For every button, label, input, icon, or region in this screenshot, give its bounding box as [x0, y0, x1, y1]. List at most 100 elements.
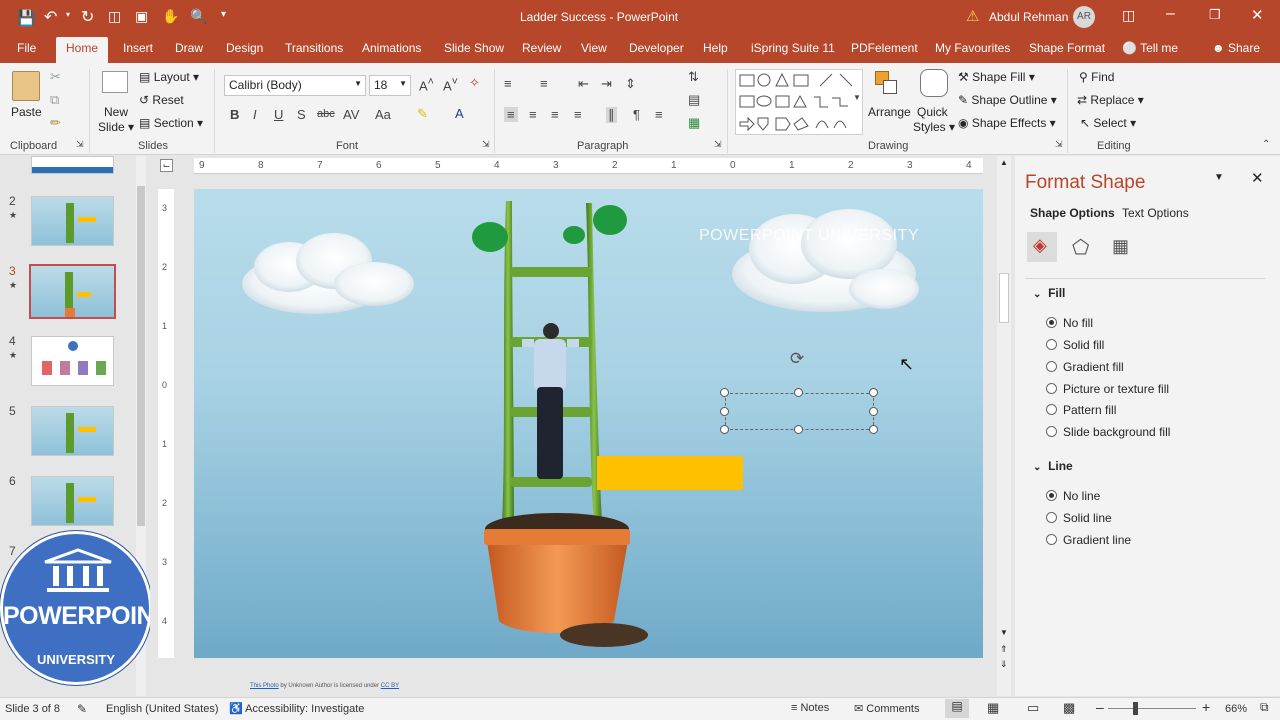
- license-link[interactable]: CC BY: [381, 683, 399, 689]
- text-direction-icon[interactable]: ⇅: [688, 69, 699, 85]
- horizontal-ruler[interactable]: 9 8 7 6 5 4 3 2 1 0 1 2 3 4: [194, 158, 983, 174]
- new-slide-icon[interactable]: [102, 71, 128, 93]
- select-button[interactable]: ↖ Select ▾: [1080, 116, 1136, 130]
- tab-insert[interactable]: Insert: [123, 41, 153, 55]
- slide-sorter-icon[interactable]: ▦: [987, 700, 999, 716]
- fit-slide-icon[interactable]: ⧉: [1260, 700, 1269, 715]
- new-slide-label-2[interactable]: Slide ▾: [98, 120, 134, 134]
- radio-button[interactable]: [1046, 317, 1057, 328]
- distributed-icon[interactable]: ≡: [655, 107, 663, 122]
- slide-thumbnail-1[interactable]: [31, 156, 114, 174]
- numbering-icon[interactable]: ≡: [540, 76, 548, 91]
- tab-help[interactable]: Help: [703, 41, 728, 55]
- chevron-down-icon[interactable]: ▼: [399, 79, 407, 88]
- zoom-in-icon[interactable]: +: [1202, 699, 1210, 715]
- tab-text-options[interactable]: Text Options: [1122, 206, 1189, 220]
- highlight-icon[interactable]: ✎: [417, 106, 428, 122]
- quick-styles-label-2[interactable]: Styles ▾: [913, 120, 955, 134]
- increase-indent-icon[interactable]: ⇥: [601, 76, 612, 92]
- resize-handle[interactable]: [869, 425, 878, 434]
- tab-review[interactable]: Review: [522, 41, 561, 55]
- language-indicator[interactable]: English (United States): [106, 703, 219, 715]
- change-case-icon[interactable]: Aa: [375, 107, 391, 122]
- tab-shape-format[interactable]: Shape Format: [1029, 41, 1105, 55]
- fill-option-pattern[interactable]: Pattern fill: [1046, 403, 1116, 417]
- strikethrough-icon[interactable]: abc: [317, 108, 335, 120]
- close-icon[interactable]: ✕: [1251, 6, 1264, 24]
- vertical-ruler[interactable]: 3 2 1 0 1 2 3 4: [158, 189, 174, 658]
- chevron-down-icon[interactable]: ▼: [354, 79, 362, 88]
- new-slide-label-1[interactable]: New: [104, 105, 128, 119]
- share-button[interactable]: ☻ Share: [1212, 41, 1260, 55]
- arrange-button[interactable]: Arrange: [868, 105, 911, 119]
- paste-button[interactable]: Paste: [11, 105, 42, 119]
- radio-button[interactable]: [1046, 361, 1057, 372]
- scroll-up-icon[interactable]: ▲: [1000, 158, 1008, 167]
- zoom-out-icon[interactable]: –: [1096, 699, 1104, 715]
- radio-button[interactable]: [1046, 534, 1057, 545]
- restore-icon[interactable]: ❐: [1209, 7, 1221, 23]
- paragraph-launcher-icon[interactable]: ⇲: [714, 139, 722, 150]
- tell-me[interactable]: ⚪ Tell me: [1122, 41, 1178, 55]
- fill-line-tab[interactable]: ◈: [1027, 232, 1057, 262]
- font-name-combo[interactable]: Calibri (Body) ▼: [224, 75, 366, 96]
- save-icon[interactable]: 💾: [17, 9, 36, 27]
- collapse-ribbon-icon[interactable]: ⌃: [1262, 139, 1270, 150]
- underline-icon[interactable]: U: [274, 107, 283, 122]
- slide-show-icon[interactable]: ▩: [1063, 700, 1075, 716]
- minimize-icon[interactable]: –: [1166, 5, 1175, 23]
- line-option-no-line[interactable]: No line: [1046, 489, 1100, 503]
- slide-canvas[interactable]: POWERPOINT UNIVERSITY ⟳ ↖: [194, 189, 983, 658]
- clear-formatting-icon[interactable]: ✧: [469, 75, 480, 91]
- redo-icon[interactable]: ↻: [81, 7, 94, 27]
- shapes-more-icon[interactable]: ▼: [853, 93, 861, 102]
- drawing-launcher-icon[interactable]: ⇲: [1055, 139, 1063, 150]
- bold-icon[interactable]: B: [230, 107, 239, 122]
- justify-icon[interactable]: ≡: [574, 107, 582, 122]
- tab-shape-options[interactable]: Shape Options: [1030, 206, 1115, 220]
- slide-indicator[interactable]: Slide 3 of 8: [5, 703, 60, 715]
- replace-button[interactable]: ⇄ Replace ▾: [1077, 93, 1144, 107]
- photo-credit-link[interactable]: This Photo: [250, 683, 279, 689]
- fill-option-slide-background[interactable]: Slide background fill: [1046, 425, 1170, 439]
- resize-handle[interactable]: [720, 407, 729, 416]
- slide-thumbnail-2[interactable]: [31, 196, 114, 246]
- character-spacing-icon[interactable]: AV: [343, 107, 359, 122]
- customize-toolbar-icon[interactable]: ▾: [221, 9, 226, 20]
- shape-outline-button[interactable]: ✎ Shape Outline ▾: [958, 93, 1057, 107]
- paste-icon[interactable]: [12, 71, 40, 101]
- smartart-icon[interactable]: ▦: [688, 115, 700, 131]
- ribbon-display-options-icon[interactable]: ◫: [1122, 7, 1135, 24]
- layout-button[interactable]: ▤ Layout ▾: [139, 70, 199, 84]
- radio-button[interactable]: [1046, 339, 1057, 350]
- scrollbar-thumb[interactable]: [999, 273, 1009, 323]
- pentagon-effects-icon[interactable]: ⬠: [1072, 235, 1089, 260]
- reading-view-icon[interactable]: ▭: [1027, 700, 1039, 716]
- resize-handle[interactable]: [794, 425, 803, 434]
- next-slide-icon[interactable]: ⇓: [1000, 659, 1008, 670]
- editor-scrollbar[interactable]: ▲ ▼ ⇑ ⇓: [997, 156, 1011, 696]
- zoom-level[interactable]: 66%: [1225, 703, 1247, 715]
- line-option-gradient[interactable]: Gradient line: [1046, 533, 1131, 547]
- zoom-slider-thumb[interactable]: [1133, 702, 1138, 715]
- decrease-indent-icon[interactable]: ⇤: [578, 76, 589, 92]
- shape-fill-button[interactable]: ⚒ Shape Fill ▾: [958, 70, 1035, 84]
- avatar[interactable]: AR: [1073, 6, 1095, 28]
- tab-my-favourites[interactable]: My Favourites: [935, 41, 1010, 55]
- reset-button[interactable]: ↺ Reset: [139, 93, 184, 107]
- resize-handle[interactable]: [794, 388, 803, 397]
- tab-animations[interactable]: Animations: [362, 41, 421, 55]
- undo-icon[interactable]: ↶: [44, 7, 57, 27]
- font-color-icon[interactable]: A: [455, 106, 464, 121]
- tab-transitions[interactable]: Transitions: [285, 41, 343, 55]
- clipboard-launcher-icon[interactable]: ⇲: [76, 139, 84, 150]
- slide-thumbnail-3[interactable]: [29, 264, 116, 319]
- fill-section-header[interactable]: ⌄ Fill: [1033, 286, 1065, 300]
- cut-icon[interactable]: ✂: [50, 69, 61, 85]
- fill-option-solid[interactable]: Solid fill: [1046, 338, 1104, 352]
- resize-handle[interactable]: [720, 425, 729, 434]
- section-button[interactable]: ▤ Section ▾: [139, 116, 203, 130]
- copy-icon[interactable]: ⧉: [50, 92, 59, 108]
- font-launcher-icon[interactable]: ⇲: [482, 139, 490, 150]
- radio-button[interactable]: [1046, 512, 1057, 523]
